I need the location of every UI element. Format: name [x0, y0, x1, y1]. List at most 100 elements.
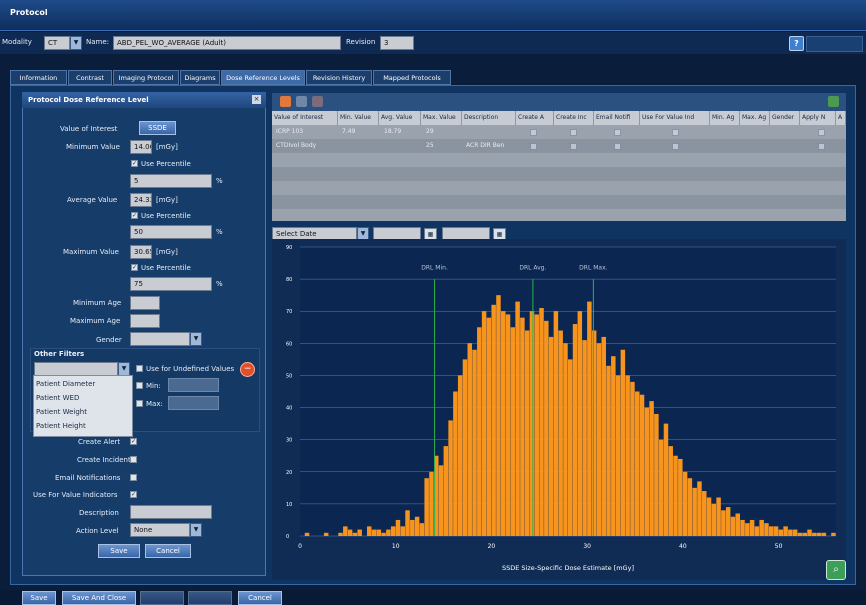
y-tick-label: 80 — [286, 277, 292, 283]
histogram-bar — [477, 327, 482, 536]
table-row[interactable]: CTDIvol Body 25 ACR DIR Ben — [272, 139, 846, 153]
average-value-field[interactable]: 24.33 — [130, 193, 152, 207]
table-cell: ICRP 103 — [276, 128, 304, 135]
help-icon[interactable]: ? — [789, 36, 804, 51]
maximum-value-field[interactable]: 30.65 — [130, 245, 152, 259]
panel-cancel-button[interactable]: Cancel — [145, 544, 191, 558]
histogram-bar — [515, 301, 520, 536]
action-level-select[interactable]: None — [130, 523, 190, 537]
column-header[interactable]: A — [836, 111, 846, 125]
x-tick-label: 0 — [298, 543, 302, 550]
column-header[interactable]: Gender — [770, 111, 800, 125]
chevron-down-icon[interactable]: ▼ — [190, 332, 202, 346]
panel-save-button[interactable]: Save — [98, 544, 140, 558]
tab-dose-reference-levels[interactable]: Dose Reference Levels — [221, 70, 305, 85]
modality-select[interactable]: CT — [44, 36, 70, 50]
max-filter-checkbox[interactable] — [136, 400, 143, 407]
column-header[interactable]: Min. Ag — [710, 111, 740, 125]
tab-mapped-protocols[interactable]: Mapped Protocols — [373, 70, 451, 85]
description-field[interactable] — [130, 505, 212, 519]
use-undefined-checkbox[interactable] — [136, 365, 143, 372]
email-notifications-checkbox[interactable] — [130, 474, 137, 481]
maximum-age-field[interactable] — [130, 314, 160, 328]
max-filter-field[interactable] — [168, 396, 219, 410]
row-checkbox[interactable] — [570, 129, 577, 136]
row-checkbox[interactable] — [614, 129, 621, 136]
minimum-value-field[interactable]: 14.06 — [130, 140, 152, 154]
chevron-down-icon[interactable]: ▼ — [118, 362, 130, 376]
column-header[interactable]: Min. Value — [338, 111, 379, 125]
list-item[interactable]: Patient Weight — [36, 408, 87, 416]
chevron-down-icon[interactable]: ▼ — [70, 36, 82, 50]
tab-diagrams[interactable]: Diagrams — [180, 70, 220, 85]
max-use-percentile-checkbox[interactable]: ✓ — [131, 264, 138, 271]
add-icon[interactable] — [280, 96, 291, 107]
table-row — [272, 167, 846, 181]
tab-imaging-protocol[interactable]: Imaging Protocol — [113, 70, 179, 85]
copy-icon[interactable] — [296, 96, 307, 107]
other-filter-select[interactable] — [34, 362, 118, 376]
column-header[interactable]: Apply N — [800, 111, 836, 125]
table-row[interactable]: ICRP 103 7.49 18.79 29 — [272, 125, 846, 139]
delete-icon[interactable] — [312, 96, 323, 107]
minimum-age-field[interactable] — [130, 296, 160, 310]
maximum-percentile-field[interactable]: 75 — [130, 277, 212, 291]
grid-toolbar — [272, 93, 846, 111]
histogram-bar — [797, 532, 803, 536]
create-incident-checkbox[interactable] — [130, 456, 137, 463]
list-item[interactable]: Patient Diameter — [36, 380, 95, 388]
disabled-button — [140, 591, 184, 605]
tab-revision-history[interactable]: Revision History — [306, 70, 372, 85]
zoom-icon[interactable]: ⌕ — [826, 560, 846, 580]
column-header[interactable]: Use For Value Ind — [640, 111, 710, 125]
list-item[interactable]: Patient Height — [36, 422, 86, 430]
histogram-bar — [582, 340, 587, 536]
column-header[interactable]: Create Inc — [554, 111, 594, 125]
footer-save-button[interactable]: Save — [22, 591, 56, 605]
min-use-percentile-checkbox[interactable]: ✓ — [131, 160, 138, 167]
row-checkbox[interactable] — [672, 129, 679, 136]
histogram-bar — [572, 324, 578, 536]
histogram-bar — [343, 526, 348, 536]
column-header[interactable]: Value of Interest — [272, 111, 338, 125]
row-checkbox[interactable] — [818, 129, 825, 136]
x-tick-label: 50 — [775, 543, 783, 550]
row-checkbox[interactable] — [614, 143, 621, 150]
column-header[interactable]: Create A — [516, 111, 554, 125]
export-icon[interactable] — [828, 96, 839, 107]
y-tick-label: 10 — [286, 502, 292, 508]
tab-information[interactable]: Information — [10, 70, 67, 85]
chevron-down-icon[interactable]: ▼ — [190, 523, 202, 537]
column-header[interactable]: Max. Value — [421, 111, 462, 125]
avg-use-percentile-checkbox[interactable]: ✓ — [131, 212, 138, 219]
gender-select[interactable] — [130, 332, 190, 346]
protocol-name-field[interactable]: ABD_PEL_WO_AVERAGE (Adult) — [113, 36, 341, 50]
row-checkbox[interactable] — [570, 143, 577, 150]
save-and-close-button[interactable]: Save And Close — [62, 591, 136, 605]
close-icon[interactable]: × — [252, 95, 261, 104]
use-for-value-indicators-checkbox[interactable]: ✓ — [130, 491, 137, 498]
remove-filter-icon[interactable]: − — [240, 362, 255, 377]
row-checkbox[interactable] — [530, 143, 537, 150]
footer-cancel-button[interactable]: Cancel — [238, 591, 282, 605]
create-alert-checkbox[interactable]: ✓ — [130, 438, 137, 445]
min-filter-field[interactable] — [168, 378, 219, 392]
histogram-bar — [553, 311, 559, 536]
column-header[interactable]: Avg. Value — [379, 111, 421, 125]
histogram-bar — [323, 532, 329, 536]
row-checkbox[interactable] — [672, 143, 679, 150]
revision-field[interactable]: 3 — [380, 36, 414, 50]
tab-contrast[interactable]: Contrast — [68, 70, 112, 85]
table-row — [272, 153, 846, 167]
value-of-interest-button[interactable]: SSDE — [139, 121, 176, 135]
row-checkbox[interactable] — [818, 143, 825, 150]
histogram-bar — [381, 532, 386, 536]
column-header[interactable]: Email Notifi — [594, 111, 640, 125]
list-item[interactable]: Patient WED — [36, 394, 79, 402]
average-percentile-field[interactable]: 50 — [130, 225, 212, 239]
min-filter-checkbox[interactable] — [136, 382, 143, 389]
row-checkbox[interactable] — [530, 129, 537, 136]
column-header[interactable]: Description — [462, 111, 516, 125]
column-header[interactable]: Max. Ag — [740, 111, 770, 125]
minimum-percentile-field[interactable]: 5 — [130, 174, 212, 188]
